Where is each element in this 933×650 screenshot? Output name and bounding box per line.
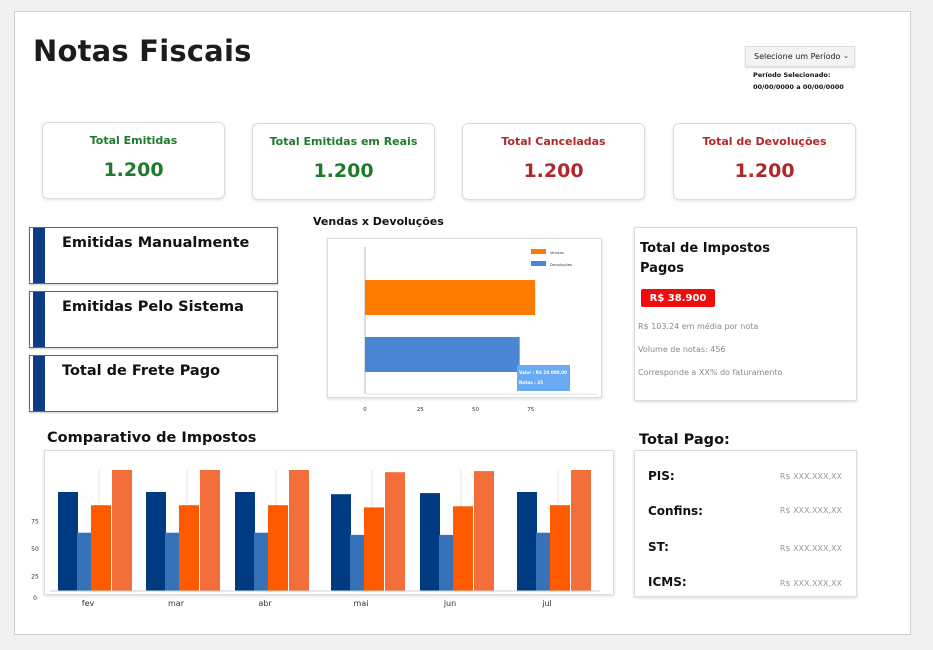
chart-bar [179, 505, 199, 591]
chart-bar [58, 492, 78, 591]
total-paid-icms-value: R$ XXX.XXX,XX [779, 579, 842, 588]
chart-bar [385, 472, 405, 591]
chart-bar [453, 506, 473, 591]
kpi-value: 1.200 [103, 159, 164, 181]
chart-bar [474, 471, 494, 591]
chart-vendas-title: Vendas x Devoluções [313, 215, 444, 228]
chart-bar [517, 492, 537, 591]
taxes-paid-title: Total de Impostos Pagos [640, 241, 770, 276]
tooltip-value: Valor : R$ 20.000,00 [519, 370, 567, 375]
chart-tick-label: 50 [31, 546, 39, 553]
period-select-label: Selecione um Período [754, 52, 841, 61]
chart-tick-label: 75 [31, 519, 39, 526]
chart-category-label: abr [258, 599, 272, 608]
total-paid-pis-value: R$ XXX.XXX,XX [779, 472, 842, 481]
chart-tick-label: 25 [31, 574, 39, 581]
chevron-down-icon: ⌄ [843, 52, 849, 60]
chart-category-label: mar [168, 599, 185, 608]
kpi-total-canceladas: Total Canceladas 1.200 [462, 123, 645, 200]
chart-tick-label: 50 [472, 407, 479, 413]
chart-tooltip [517, 365, 570, 391]
chart-bar [235, 492, 255, 591]
card-accent-bar [33, 228, 45, 283]
chart-category-label: mai [354, 599, 369, 608]
chart-bar-vendas [365, 280, 536, 315]
kpi-value: 1.200 [734, 160, 795, 182]
total-paid-confins-label: Confins: [648, 504, 703, 518]
total-paid-st-value: R$ XXX.XXX,XX [779, 544, 842, 553]
kpi-total-devolucoes: Total de Devoluções 1.200 [673, 123, 856, 200]
total-paid-st-label: ST: [648, 540, 669, 554]
taxes-paid-amount-badge: R$ 38.900 [641, 289, 715, 307]
legend-swatch [531, 249, 546, 254]
legend-label: Devoluções [550, 262, 572, 267]
chart-bar [289, 470, 309, 591]
chart-vendas-svg: 0 25 50 75 Vendas Devoluções Valor : R$ 20.000… [363, 247, 597, 413]
chart-bar [550, 505, 570, 591]
chart-bar-devoluções [365, 337, 520, 372]
chart-tick-label: 0 [33, 595, 37, 602]
card-label: Emitidas Pelo Sistema [62, 299, 244, 315]
chart-bar [571, 470, 591, 591]
card-emitidas-sistema[interactable]: Emitidas Pelo Sistema [29, 291, 278, 348]
page-title: Notas Fiscais [33, 34, 252, 68]
card-accent-bar [33, 292, 45, 347]
chart-category-label: jun [443, 599, 456, 608]
total-paid-title: Total Pago: [639, 432, 730, 448]
taxes-note-volume: Volume de notas: 456 [638, 345, 726, 354]
card-emitidas-manualmente[interactable]: Emitidas Manualmente [29, 227, 278, 284]
tooltip-notes: Notas : 25 [519, 380, 543, 385]
legend-label: Vendas [550, 250, 564, 255]
kpi-label: Total Emitidas [89, 134, 178, 147]
taxes-note-average: R$ 103.24 em média por nota [638, 322, 759, 331]
chart-bar [91, 505, 111, 591]
chart-impostos-svg: fev mar abr mai jun jul 0 25 50 75 [31, 470, 600, 608]
period-value: 00/00/0000 a 00/00/0000 [753, 83, 844, 91]
chart-bar [200, 470, 220, 591]
chart-vendas-panel: 0 25 50 75 Vendas Devoluções Valor : R$ 20.000… [327, 238, 602, 413]
kpi-label: Total de Devoluções [702, 135, 827, 148]
chart-bar [112, 470, 132, 591]
period-label: Período Selecionado: [753, 71, 831, 79]
kpi-total-emitidas-reais: Total Emitidas em Reais 1.200 [252, 123, 435, 200]
kpi-value: 1.200 [523, 160, 584, 182]
chart-bar [420, 493, 440, 591]
kpi-value: 1.200 [313, 160, 374, 182]
kpi-label: Total Canceladas [501, 135, 606, 148]
chart-category-label: jul [541, 599, 552, 608]
total-paid-pis-label: PIS: [648, 469, 675, 483]
card-label: Total de Frete Pago [62, 363, 221, 379]
card-label: Emitidas Manualmente [62, 235, 250, 251]
total-paid-confins-value: R$ XXX.XXX,XX [779, 506, 842, 515]
chart-bar [331, 494, 351, 591]
chart-category-label: fev [82, 599, 95, 608]
chart-bar [146, 492, 166, 591]
kpi-label: Total Emitidas em Reais [269, 135, 418, 148]
legend-swatch [531, 261, 546, 266]
taxes-note-share: Corresponde a XX% do faturamento [638, 368, 783, 377]
period-select[interactable]: Selecione um Período ⌄ [745, 46, 855, 67]
chart-tick-label: 25 [417, 407, 424, 413]
chart-bar [364, 507, 384, 591]
card-frete-pago[interactable]: Total de Frete Pago [29, 355, 278, 412]
total-paid-icms-label: ICMS: [648, 575, 687, 589]
chart-tick-label: 0 [363, 407, 367, 413]
chart-tick-label: 75 [527, 407, 534, 413]
kpi-total-emitidas: Total Emitidas 1.200 [42, 122, 225, 199]
chart-bar [268, 505, 288, 591]
card-accent-bar [33, 356, 45, 411]
